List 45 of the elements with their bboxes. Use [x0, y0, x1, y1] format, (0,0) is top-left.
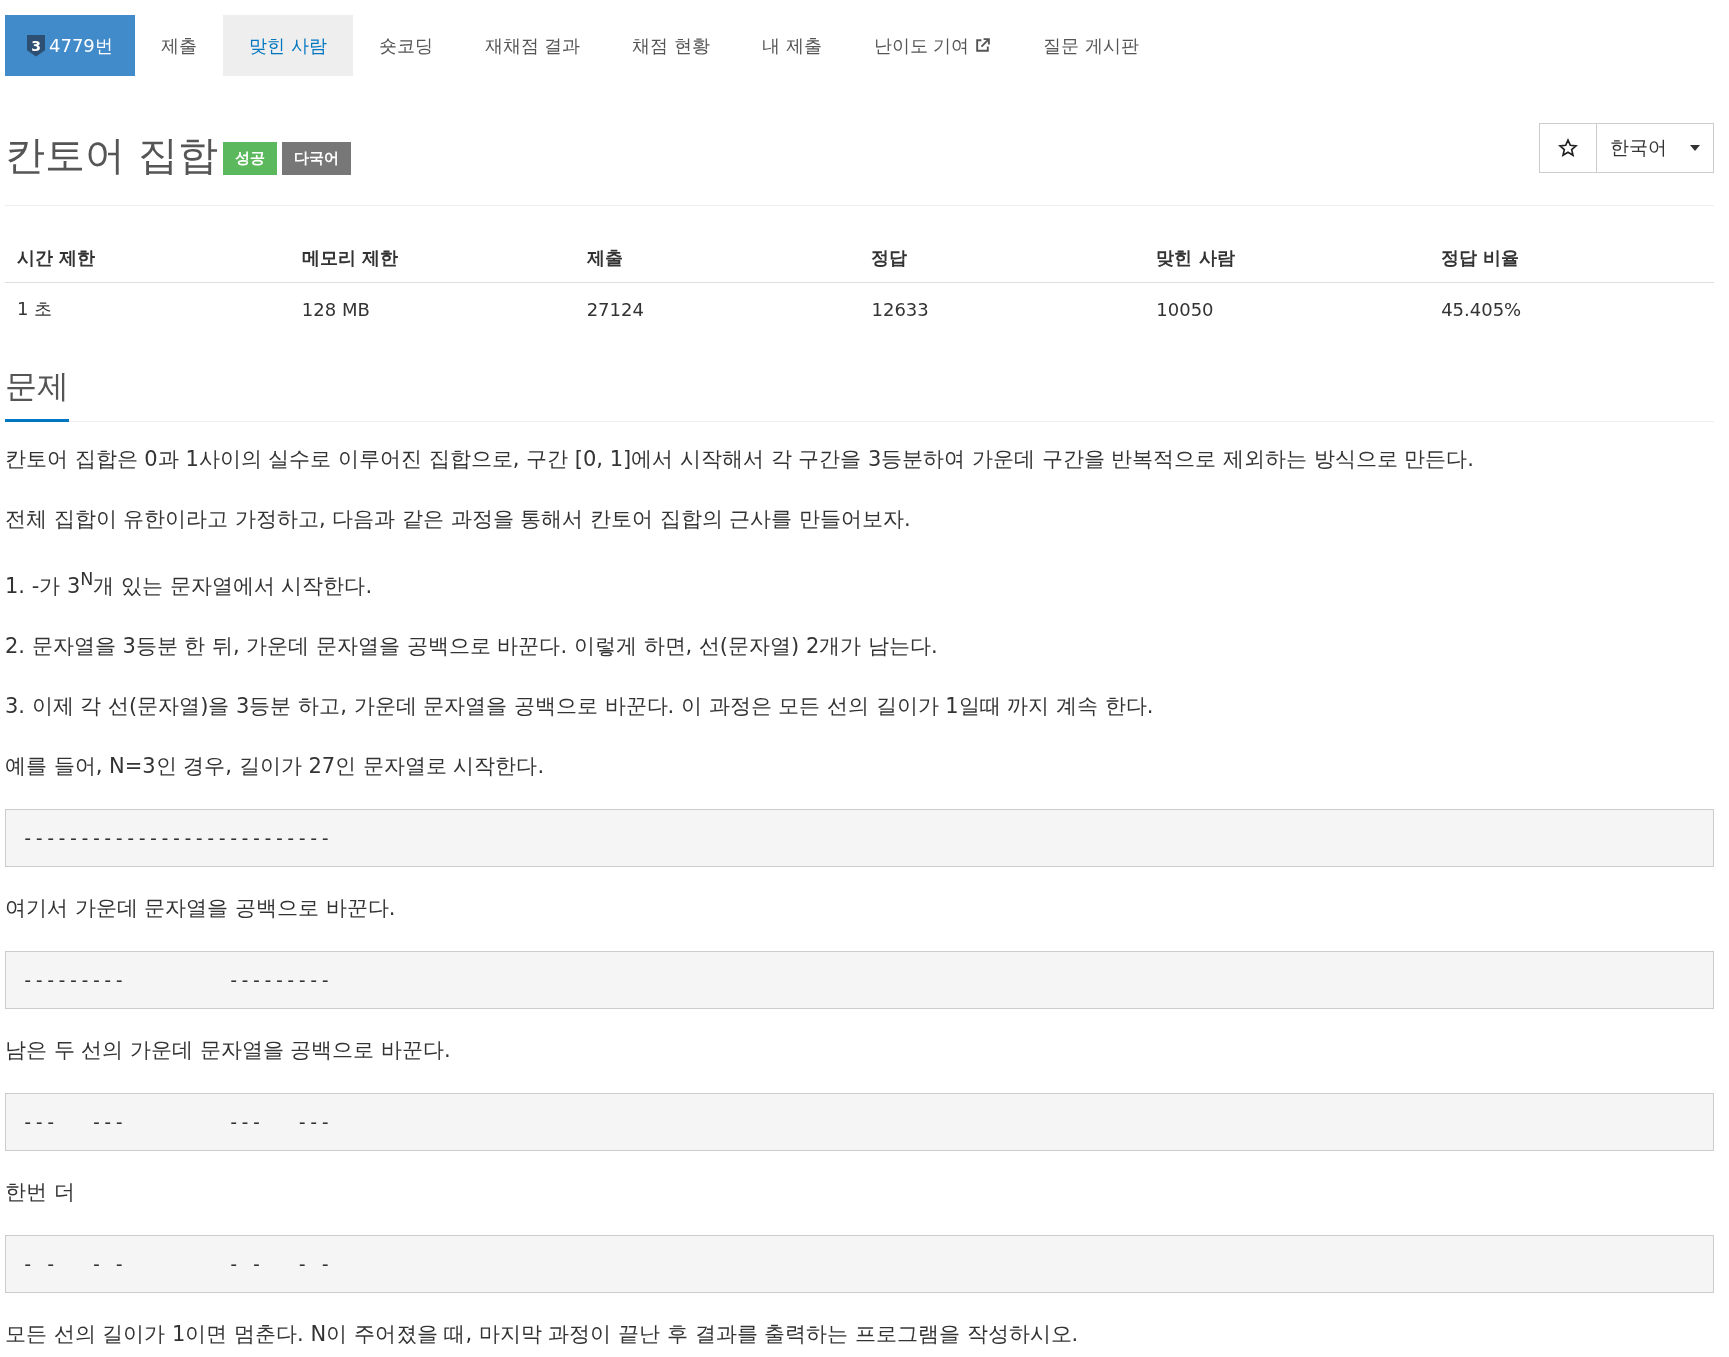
paragraph: 1. -가 3$^{N}$개 있는 문자열에서 시작한다. — [5, 568, 374, 600]
column-header: 정답 비율 — [1429, 234, 1714, 283]
nav-tab[interactable]: 난이도 기여 — [847, 15, 1018, 76]
paragraph: 한번 더 — [5, 1179, 76, 1206]
section-title: 문제 — [5, 365, 69, 422]
column-header: 제출 — [574, 234, 860, 283]
column-header: 시간 제한 — [5, 234, 290, 283]
code-block: --------- --------- — [5, 951, 1714, 1009]
nav-tab[interactable]: 숏코딩 — [352, 15, 459, 76]
paragraph: 남은 두 선의 가운데 문자열을 공백으로 바꾼다. — [5, 1037, 452, 1064]
paragraph: 3. 이제 각 선(문자열)을 3등분 하고, 가운데 문자열을 공백으로 바꾼다. 이 과정은 모든 선의 길이가 1일때 까지 계속 한다. — [5, 693, 1155, 720]
nav-tab[interactable]: 제출 — [134, 15, 223, 76]
nav-tab[interactable]: 재채점 결과 — [458, 15, 607, 76]
table-cell: 10050 — [1144, 282, 1430, 335]
status-label: 다국어 — [281, 142, 351, 175]
paragraph: 2. 문자열을 3등분 한 뒤, 가운데 문자열을 공백으로 바꾼다. 이렇게 하면, 선(문자열) 2개가 남는다. — [5, 633, 939, 660]
favorite-button[interactable] — [1539, 123, 1597, 173]
problem-tab[interactable]: 3 4779번 — [5, 15, 135, 76]
code-block: --- --- --- --- — [5, 1093, 1714, 1151]
nav-tab[interactable]: 질문 게시판 — [1017, 15, 1166, 76]
code-block: --------------------------- — [5, 809, 1714, 867]
column-header: 맞힌 사람 — [1144, 234, 1430, 283]
paragraph: 칸토어 집합은 0과 1사이의 실수로 이루어진 집합으로, 구간 [0, 1]에서 시작해서 각 구간을 3등분하여 가운데 구간을 반복적으로 제외하는 방식으로 만든다. — [5, 446, 1476, 473]
caret-icon — [1689, 144, 1701, 152]
problem-title: 칸토어 집합 — [5, 133, 218, 177]
nav-tab[interactable]: 맞힌 사람 — [222, 15, 353, 76]
table-cell: 128 MB — [289, 282, 575, 335]
column-header: 정답 — [859, 234, 1145, 283]
table-cell: 12633 — [859, 282, 1145, 335]
paragraph: 여기서 가운데 문자열을 공백으로 바꾼다. — [5, 895, 397, 922]
star-icon — [1558, 138, 1578, 158]
nav-tab[interactable]: 채점 현황 — [606, 15, 736, 76]
language-dropdown[interactable]: 한국어 — [1597, 123, 1714, 173]
column-header: 메모리 제한 — [289, 234, 575, 283]
tier-badge: 3 — [27, 34, 45, 57]
paragraph: 예를 들어, N=3인 경우, 길이가 27인 문자열로 시작한다. — [5, 753, 546, 780]
table-cell: 45.405% — [1429, 282, 1714, 335]
code-block: - - - - - - - - — [5, 1235, 1714, 1293]
table-cell: 1 초 — [5, 282, 290, 335]
nav-tab[interactable]: 내 제출 — [736, 15, 848, 76]
paragraph: 모든 선의 길이가 1이면 멈춘다. N이 주어졌을 때, 마지막 과정이 끝난 후 결과를 출력하는 프로그램을 작성하시오. — [5, 1321, 1080, 1348]
external-link-icon — [974, 37, 992, 54]
status-label: 성공 — [222, 142, 277, 175]
table-cell: 27124 — [574, 282, 860, 335]
paragraph: 전체 집합이 유한이라고 가정하고, 다음과 같은 과정을 통해서 칸토어 집합의 근사를 만들어보자. — [5, 506, 912, 533]
